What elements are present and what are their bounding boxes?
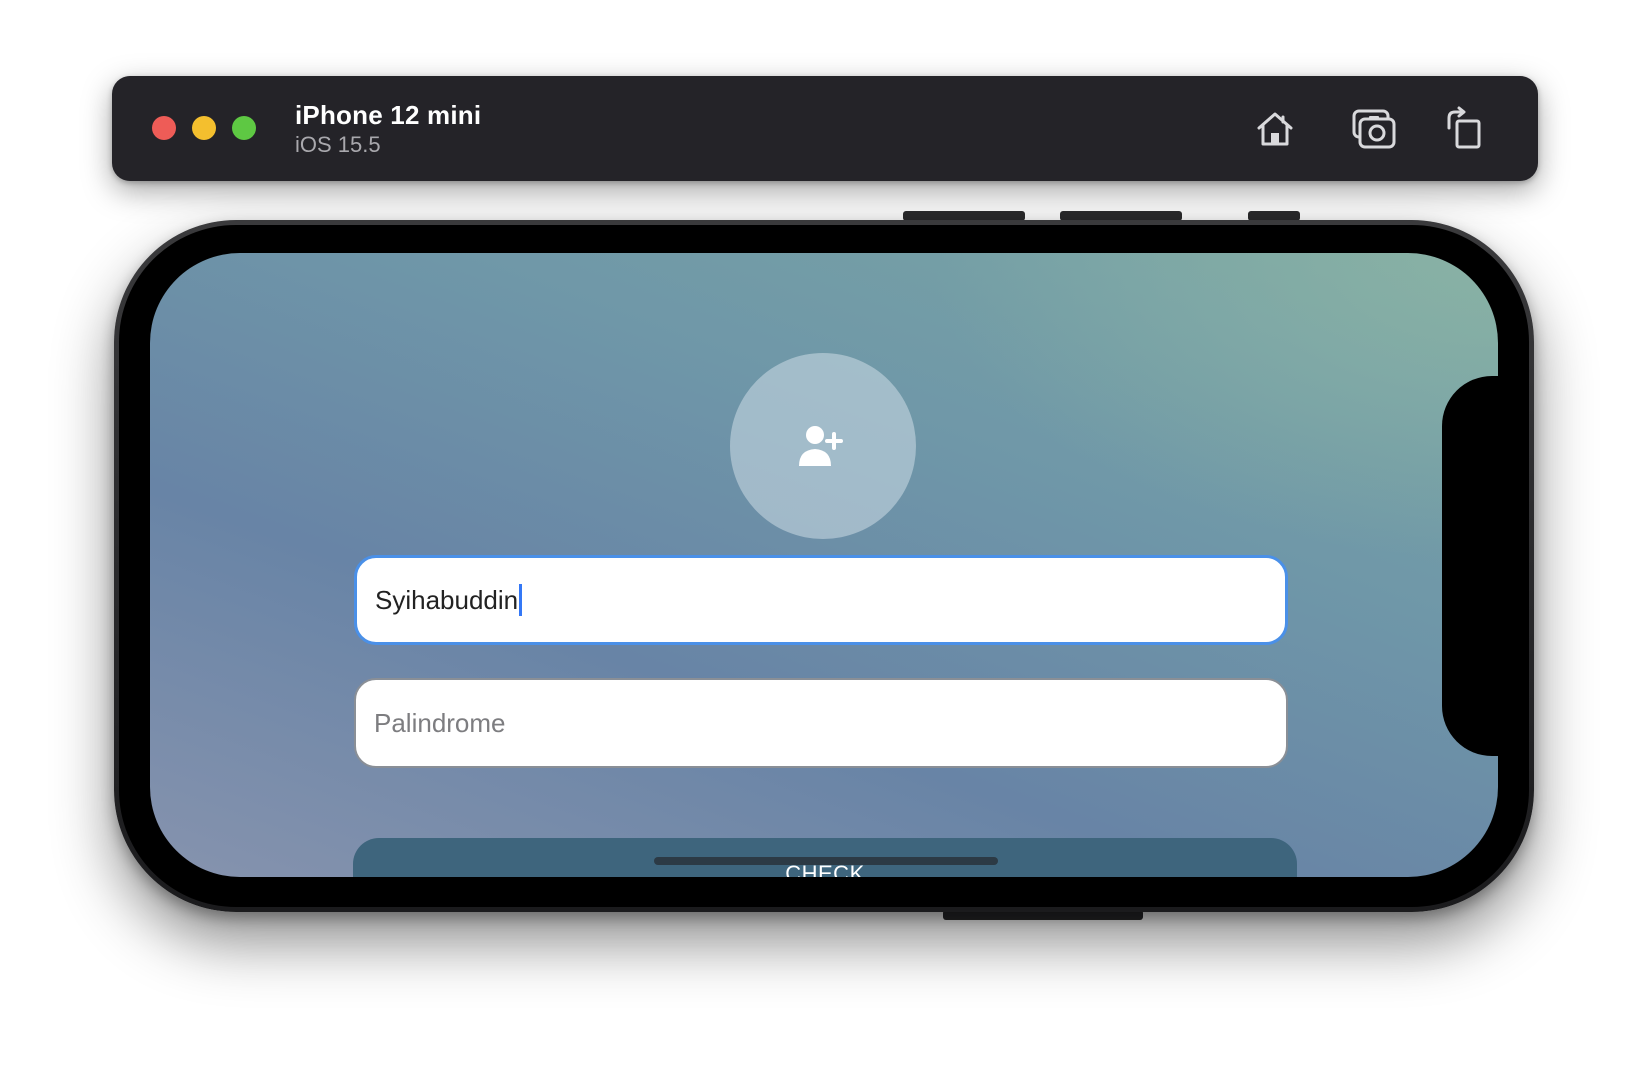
text-cursor bbox=[519, 584, 523, 616]
name-input[interactable]: Syihabuddin bbox=[354, 555, 1288, 645]
home-icon bbox=[1257, 112, 1293, 146]
palindrome-input[interactable]: Palindrome bbox=[354, 678, 1288, 768]
add-user-icon bbox=[799, 426, 843, 466]
minimize-window-button[interactable] bbox=[192, 116, 216, 140]
add-photo-button[interactable] bbox=[730, 353, 916, 539]
screenshot-button[interactable] bbox=[1349, 104, 1399, 154]
device-notch bbox=[1442, 376, 1498, 756]
simulator-window: iPhone 12 mini iOS 15.5 Syihabuddin Pali… bbox=[0, 0, 1646, 1078]
simulator-title-bar: iPhone 12 mini iOS 15.5 bbox=[112, 76, 1538, 181]
palindrome-input-placeholder: Palindrome bbox=[374, 707, 506, 738]
screenshot-icon bbox=[1352, 109, 1396, 149]
home-indicator[interactable] bbox=[654, 857, 998, 865]
rotate-button[interactable] bbox=[1439, 104, 1489, 154]
device-screen: Syihabuddin Palindrome CHECK bbox=[150, 253, 1498, 877]
device-name: iPhone 12 mini bbox=[295, 100, 482, 130]
zoom-window-button[interactable] bbox=[232, 116, 256, 140]
home-button[interactable] bbox=[1250, 104, 1300, 154]
name-input-value: Syihabuddin bbox=[375, 584, 519, 615]
os-version: iOS 15.5 bbox=[295, 132, 381, 157]
rotate-icon bbox=[1447, 106, 1481, 149]
close-window-button[interactable] bbox=[152, 116, 176, 140]
